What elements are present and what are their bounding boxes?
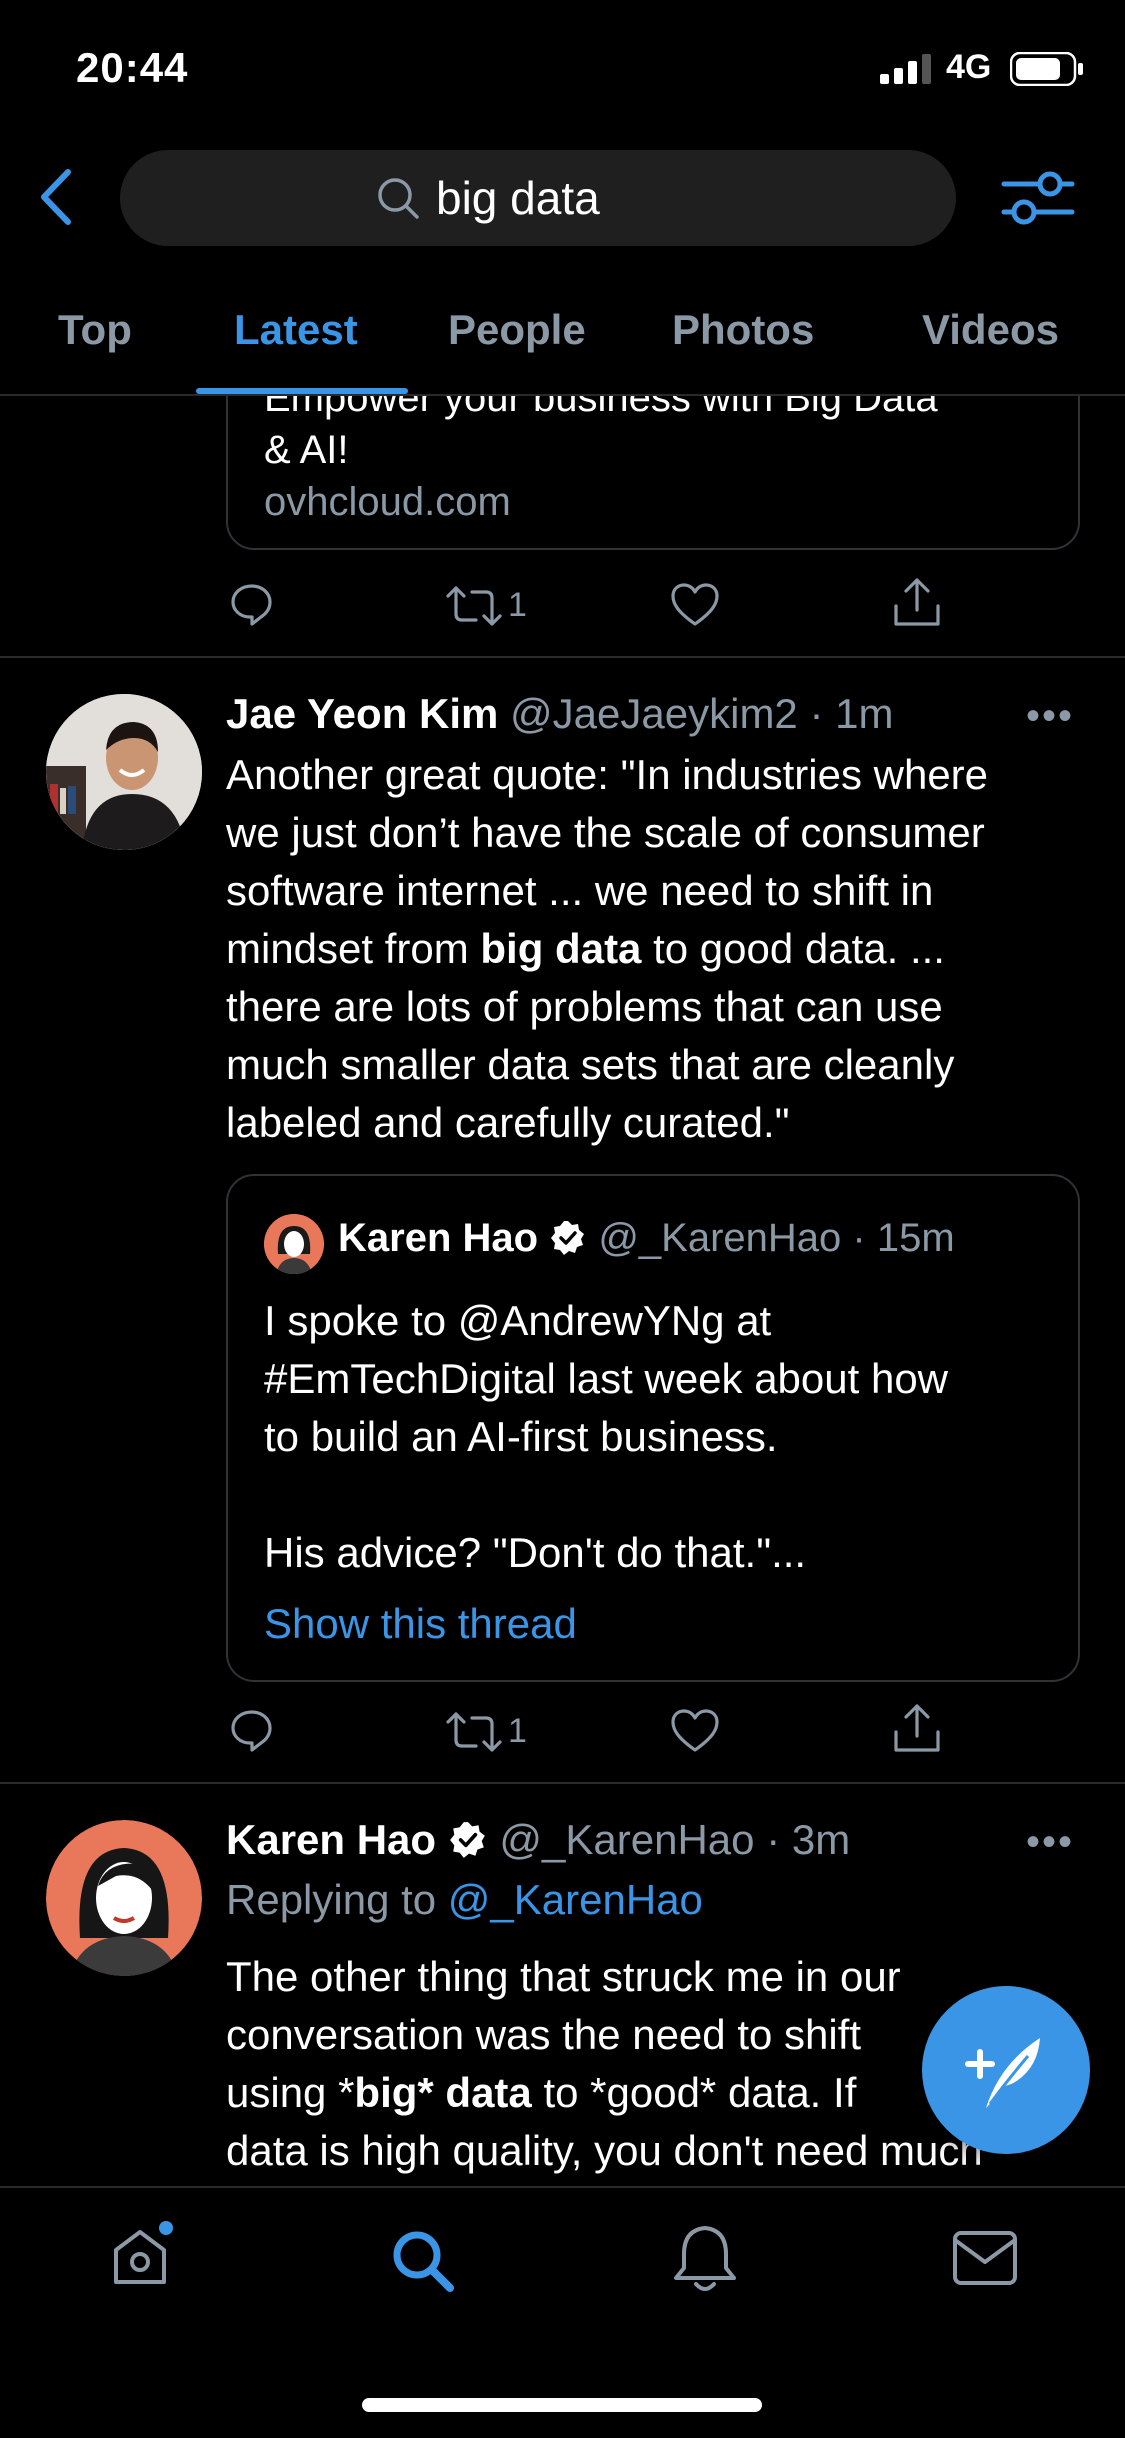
- search-icon[interactable]: [388, 2226, 458, 2296]
- tweet-text-fragment: to good data. ...: [641, 925, 945, 972]
- link-card-domain: ovhcloud.com: [264, 480, 511, 524]
- tweet-line: much smaller data sets that are cleanly: [226, 1041, 955, 1088]
- tweet-line: #EmTechDigital last week about how: [264, 1355, 949, 1402]
- tweet-actions: 1: [0, 576, 1125, 636]
- tweet-actions: 1: [0, 1702, 1125, 1762]
- tab-latest[interactable]: Latest: [234, 306, 358, 354]
- retweet-icon[interactable]: [446, 584, 502, 628]
- verified-badge-icon: [551, 1221, 585, 1255]
- tweet-line-gap: [264, 1466, 1054, 1524]
- active-tab-indicator: [196, 388, 408, 394]
- tab-top[interactable]: Top: [58, 306, 132, 354]
- replying-to-handle[interactable]: @_KarenHao: [448, 1876, 703, 1923]
- avatar-jae-yeon-kim[interactable]: [46, 694, 202, 850]
- mail-icon[interactable]: [952, 2230, 1018, 2286]
- link-card-title-2: & AI!: [264, 428, 349, 472]
- avatar-illustration: [46, 1820, 202, 1976]
- author-handle[interactable]: @_KarenHao: [499, 1816, 754, 1863]
- link-card-title: Empower your business with Big Data: [264, 396, 938, 420]
- tweet-text-fragment: to *good* data. If: [531, 2069, 857, 2116]
- back-icon[interactable]: [36, 168, 76, 226]
- share-icon[interactable]: [892, 1702, 942, 1754]
- tab-people[interactable]: People: [448, 306, 586, 354]
- retweet-count: 1: [508, 586, 527, 624]
- tweet-line: His advice? "Don't do that."...: [264, 1529, 807, 1576]
- author-name[interactable]: Karen Hao: [226, 1816, 436, 1863]
- reply-icon[interactable]: [228, 1706, 276, 1754]
- tweet-header: Karen Hao @_KarenHao · 3m: [226, 1812, 850, 1868]
- tweet-line: software internet ... we need to shift i…: [226, 867, 934, 914]
- quoted-tweet-timestamp: 15m: [876, 1216, 955, 1260]
- link-card[interactable]: Empower your business with Big Data & AI…: [226, 396, 1080, 550]
- author-name[interactable]: Jae Yeon Kim: [226, 690, 498, 737]
- tab-photos[interactable]: Photos: [672, 306, 814, 354]
- tweet-text-fragment: mindset from: [226, 925, 481, 972]
- bell-icon[interactable]: [670, 2222, 740, 2296]
- tweet-line: Another great quote: "In industries wher…: [226, 751, 989, 798]
- home-indicator: [362, 2398, 762, 2412]
- timestamp-separator: ·: [841, 1216, 877, 1260]
- more-options-icon[interactable]: •••: [1026, 1820, 1074, 1865]
- compose-button[interactable]: [922, 1986, 1090, 2154]
- like-icon[interactable]: [670, 1708, 720, 1754]
- compose-icon: [965, 2038, 1040, 2108]
- tweet-line: mindset from big data to good data. ...: [226, 920, 1106, 978]
- verified-badge-icon: [449, 1822, 485, 1858]
- tweet-timestamp: 1m: [835, 690, 894, 737]
- battery-icon: [1010, 52, 1083, 86]
- show-thread-link[interactable]: Show this thread: [264, 1596, 577, 1652]
- tweet-body: Another great quote: "In industries wher…: [226, 746, 1106, 1152]
- quoted-author-avatar: [264, 1214, 324, 1274]
- timestamp-separator: ·: [797, 690, 836, 737]
- search-field-content: big data: [376, 172, 600, 224]
- reply-icon[interactable]: [228, 580, 276, 628]
- retweet-icon[interactable]: [446, 1710, 502, 1754]
- replying-to-label: Replying to: [226, 1876, 437, 1923]
- highlighted-term: big* data: [354, 2069, 532, 2116]
- tweet-line: to build an AI-first business.: [264, 1413, 778, 1460]
- search-icon: [378, 178, 419, 219]
- network-type: 4G: [946, 48, 992, 86]
- tweet-divider: [0, 1782, 1125, 1784]
- avatar-photo: [46, 694, 202, 850]
- search-query: big data: [436, 172, 600, 224]
- more-options-icon[interactable]: •••: [1026, 694, 1074, 739]
- tweet-line: there are lots of problems that can use: [226, 983, 943, 1030]
- home-icon[interactable]: [108, 2220, 178, 2290]
- quoted-author-handle: @_KarenHao: [598, 1216, 842, 1260]
- tweet-text-fragment: using *: [226, 2069, 355, 2116]
- signal-icon: [880, 54, 931, 84]
- quoted-tweet-header: Karen Hao @_KarenHao · 15m: [338, 1210, 955, 1266]
- highlighted-term: big data: [480, 925, 642, 972]
- filter-icon[interactable]: [1000, 168, 1076, 228]
- retweet-count: 1: [508, 1712, 527, 1750]
- quoted-author-name: Karen Hao: [338, 1216, 539, 1260]
- share-icon[interactable]: [892, 576, 942, 628]
- timestamp-separator: ·: [754, 1816, 792, 1863]
- tweet-header: Jae Yeon Kim @JaeJaeykim2 · 1m: [226, 686, 893, 742]
- avatar-illustration: [264, 1214, 324, 1274]
- tweet-line: labeled and carefully curated.": [226, 1099, 790, 1146]
- status-time: 20:44: [76, 44, 189, 91]
- like-icon[interactable]: [670, 582, 720, 628]
- tab-videos[interactable]: Videos: [922, 306, 1059, 354]
- ad-card-clip: Empower your business with Big Data & AI…: [0, 396, 1125, 556]
- tweet-line: I spoke to @AndrewYNg at: [264, 1297, 772, 1344]
- avatar-karen-hao[interactable]: [46, 1820, 202, 1976]
- quoted-tweet-card[interactable]: Karen Hao @_KarenHao · 15m I spoke to @A…: [226, 1174, 1080, 1682]
- tweet-line: we just don’t have the scale of consumer: [226, 809, 985, 856]
- replying-to: Replying to @_KarenHao: [226, 1872, 703, 1928]
- quoted-tweet-body: I spoke to @AndrewYNg at #EmTechDigital …: [264, 1292, 1054, 1582]
- author-handle[interactable]: @JaeJaeykim2: [510, 690, 798, 737]
- tweet-timestamp: 3m: [791, 1816, 851, 1863]
- tweet-divider: [0, 656, 1125, 658]
